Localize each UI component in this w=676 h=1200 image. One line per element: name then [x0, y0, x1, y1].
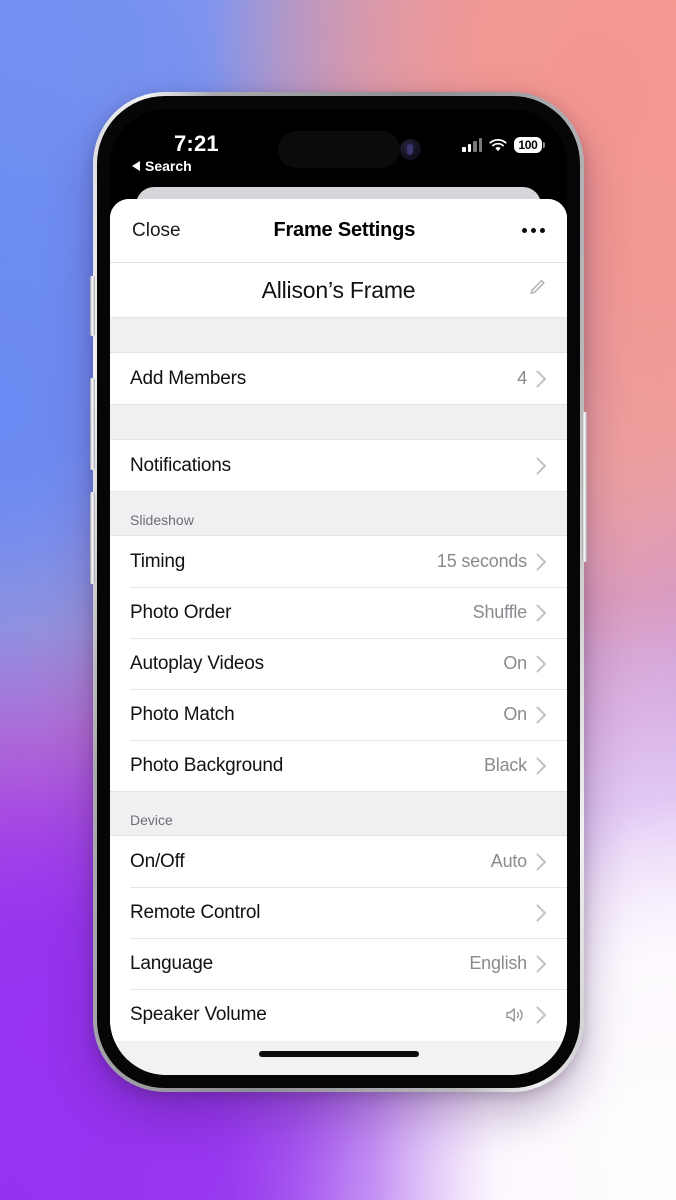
- status-bar: 7:21 Search 100: [110, 109, 567, 197]
- list-row[interactable]: Language English: [110, 938, 567, 989]
- phone-screen: 7:21 Search 100 Close Frame Settings All…: [110, 109, 567, 1075]
- section-header: Device: [110, 791, 567, 836]
- row-label: Photo Match: [130, 703, 235, 725]
- row-label: Add Members: [130, 367, 247, 389]
- back-label: Search: [145, 158, 192, 174]
- triangle-left-icon: [132, 161, 140, 171]
- row-label: Remote Control: [130, 901, 261, 923]
- row-value: On: [503, 704, 527, 724]
- row-label: Timing: [130, 550, 186, 572]
- close-button[interactable]: Close: [132, 220, 181, 242]
- list-row[interactable]: Add Members 4: [110, 353, 567, 404]
- section-gap: [110, 404, 567, 440]
- settings-list: Add Members 4 Notifications Slideshow Timing…: [110, 317, 567, 1041]
- list-row[interactable]: Autoplay Videos On: [110, 638, 567, 689]
- row-label: Photo Order: [130, 601, 232, 623]
- action-button[interactable]: [90, 276, 95, 336]
- row-value: English: [469, 953, 527, 973]
- chevron-right-icon: [536, 553, 547, 571]
- frame-settings-sheet: Close Frame Settings Allison’s Frame Add…: [110, 199, 567, 1075]
- chevron-right-icon: [536, 655, 547, 673]
- dynamic-island: [277, 131, 400, 168]
- row-label: Language: [130, 952, 213, 974]
- chevron-right-icon: [536, 853, 547, 871]
- battery-tip: [543, 142, 545, 148]
- row-value: Auto: [490, 851, 527, 871]
- pencil-icon[interactable]: [527, 278, 547, 303]
- chevron-right-icon: [536, 955, 547, 973]
- chevron-right-icon: [536, 1006, 547, 1024]
- page-title: Frame Settings: [273, 219, 416, 241]
- chevron-right-icon: [536, 370, 547, 388]
- row-value: 15 seconds: [436, 551, 527, 571]
- home-indicator[interactable]: [258, 1051, 419, 1057]
- section-gap: [110, 317, 567, 353]
- status-bar-indicators: 100: [462, 137, 545, 153]
- status-bar-time: 7:21: [174, 131, 219, 156]
- list-row[interactable]: Speaker Volume: [110, 989, 567, 1040]
- volume-up-button[interactable]: [90, 378, 95, 470]
- chevron-right-icon: [536, 904, 547, 922]
- phone-bezel: 7:21 Search 100 Close Frame Settings All…: [90, 96, 587, 1088]
- chevron-right-icon: [536, 757, 547, 775]
- home-bar-area: [110, 1041, 567, 1075]
- frame-name-label: Allison’s Frame: [261, 276, 416, 303]
- row-label: On/Off: [130, 850, 185, 872]
- speaker-wave-icon: [505, 1006, 527, 1024]
- frame-name-row: Allison’s Frame: [110, 263, 567, 317]
- list-row[interactable]: On/Off Auto: [110, 836, 567, 887]
- list-row[interactable]: Photo Order Shuffle: [110, 587, 567, 638]
- row-label: Photo Background: [130, 754, 284, 776]
- row-value: 4: [517, 368, 527, 388]
- chevron-right-icon: [536, 604, 547, 622]
- section-header: Slideshow: [110, 491, 567, 536]
- power-button[interactable]: [582, 412, 587, 562]
- front-camera-icon: [400, 139, 421, 160]
- chevron-right-icon: [536, 706, 547, 724]
- wifi-icon: [489, 138, 507, 151]
- cellular-bars-icon: [462, 138, 483, 152]
- row-value: Black: [483, 755, 527, 775]
- volume-down-button[interactable]: [90, 492, 95, 584]
- list-row[interactable]: Photo Background Black: [110, 740, 567, 791]
- navigation-bar: Close Frame Settings: [110, 199, 567, 263]
- iphone-device-frame: 7:21 Search 100 Close Frame Settings All…: [90, 92, 587, 1092]
- row-label: Speaker Volume: [130, 1003, 267, 1025]
- list-row[interactable]: Photo Match On: [110, 689, 567, 740]
- list-row[interactable]: Remote Control: [110, 887, 567, 938]
- row-label: Autoplay Videos: [130, 652, 264, 674]
- ellipsis-icon[interactable]: [508, 220, 545, 241]
- list-row[interactable]: Timing 15 seconds: [110, 536, 567, 587]
- chevron-right-icon: [536, 457, 547, 475]
- battery-indicator: 100: [514, 137, 545, 153]
- battery-percent-label: 100: [514, 137, 542, 153]
- row-value: Shuffle: [472, 602, 528, 622]
- list-row[interactable]: Notifications: [110, 440, 567, 491]
- row-label: Notifications: [130, 454, 231, 476]
- back-to-search-button[interactable]: Search: [132, 158, 192, 174]
- row-value: On: [503, 653, 527, 673]
